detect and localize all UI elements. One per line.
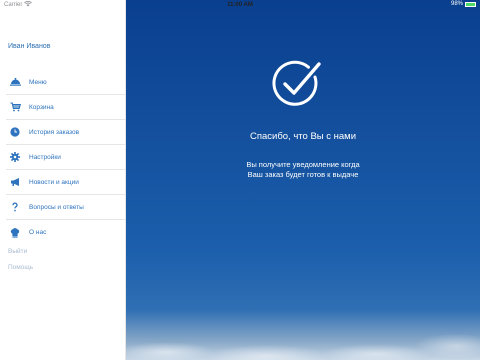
clock-icon	[9, 126, 21, 138]
cart-icon	[9, 101, 21, 113]
sidebar-item-label: О нас	[29, 229, 47, 236]
status-bar: Carrier 11:00 AM 98%	[0, 0, 480, 10]
sidebar-item-label: Меню	[29, 78, 47, 86]
sidebar-item-menu[interactable]: Меню	[6, 70, 126, 95]
sidebar-item-news[interactable]: Новости и акции	[6, 170, 126, 195]
sidebar-item-label: История заказов	[29, 128, 80, 136]
sidebar-item-label: Вопросы и ответы	[29, 203, 84, 211]
cloche-icon	[9, 76, 21, 88]
sidebar-item-about[interactable]: О нас	[6, 220, 126, 245]
battery-percent: 98%	[450, 1, 463, 7]
confirmation-title: Спасибо, что Вы с нами	[249, 131, 357, 142]
sidebar-item-order-history[interactable]: История заказов	[6, 120, 126, 145]
order-confirmation-panel: Спасибо, что Вы с нами Вы получите уведо…	[126, 0, 480, 360]
sidebar: Иван Иванов Меню Корзина История заказов…	[0, 0, 126, 360]
sidebar-item-label: Настройки	[29, 153, 61, 161]
cloud-background	[126, 312, 480, 360]
status-time: 11:00 AM	[227, 2, 253, 8]
sidebar-item-settings[interactable]: Настройки	[6, 145, 126, 170]
battery-icon	[465, 1, 476, 7]
help-link[interactable]: Помощь	[8, 264, 33, 271]
checkmark-circle-icon	[272, 60, 332, 110]
question-icon	[9, 201, 21, 213]
sidebar-item-label: Корзина	[29, 103, 54, 111]
sidebar-menu: Меню Корзина История заказов Настройки Н…	[0, 70, 126, 245]
sidebar-item-cart[interactable]: Корзина	[6, 95, 126, 120]
logout-link[interactable]: Выйти	[8, 248, 27, 255]
sidebar-item-faq[interactable]: Вопросы и ответы	[6, 195, 126, 220]
megaphone-icon	[9, 176, 21, 188]
sidebar-item-label: Новости и акции	[29, 178, 79, 186]
battery-indicator: 98%	[451, 1, 476, 7]
confirmation-message-line-1: Вы получите уведомление когда	[246, 160, 360, 169]
confirmation-message-line-2: Ваш заказ будет готов к выдаче	[247, 170, 359, 179]
chef-hat-icon	[9, 227, 21, 239]
user-name[interactable]: Иван Иванов	[8, 43, 50, 50]
gear-icon	[9, 151, 21, 163]
